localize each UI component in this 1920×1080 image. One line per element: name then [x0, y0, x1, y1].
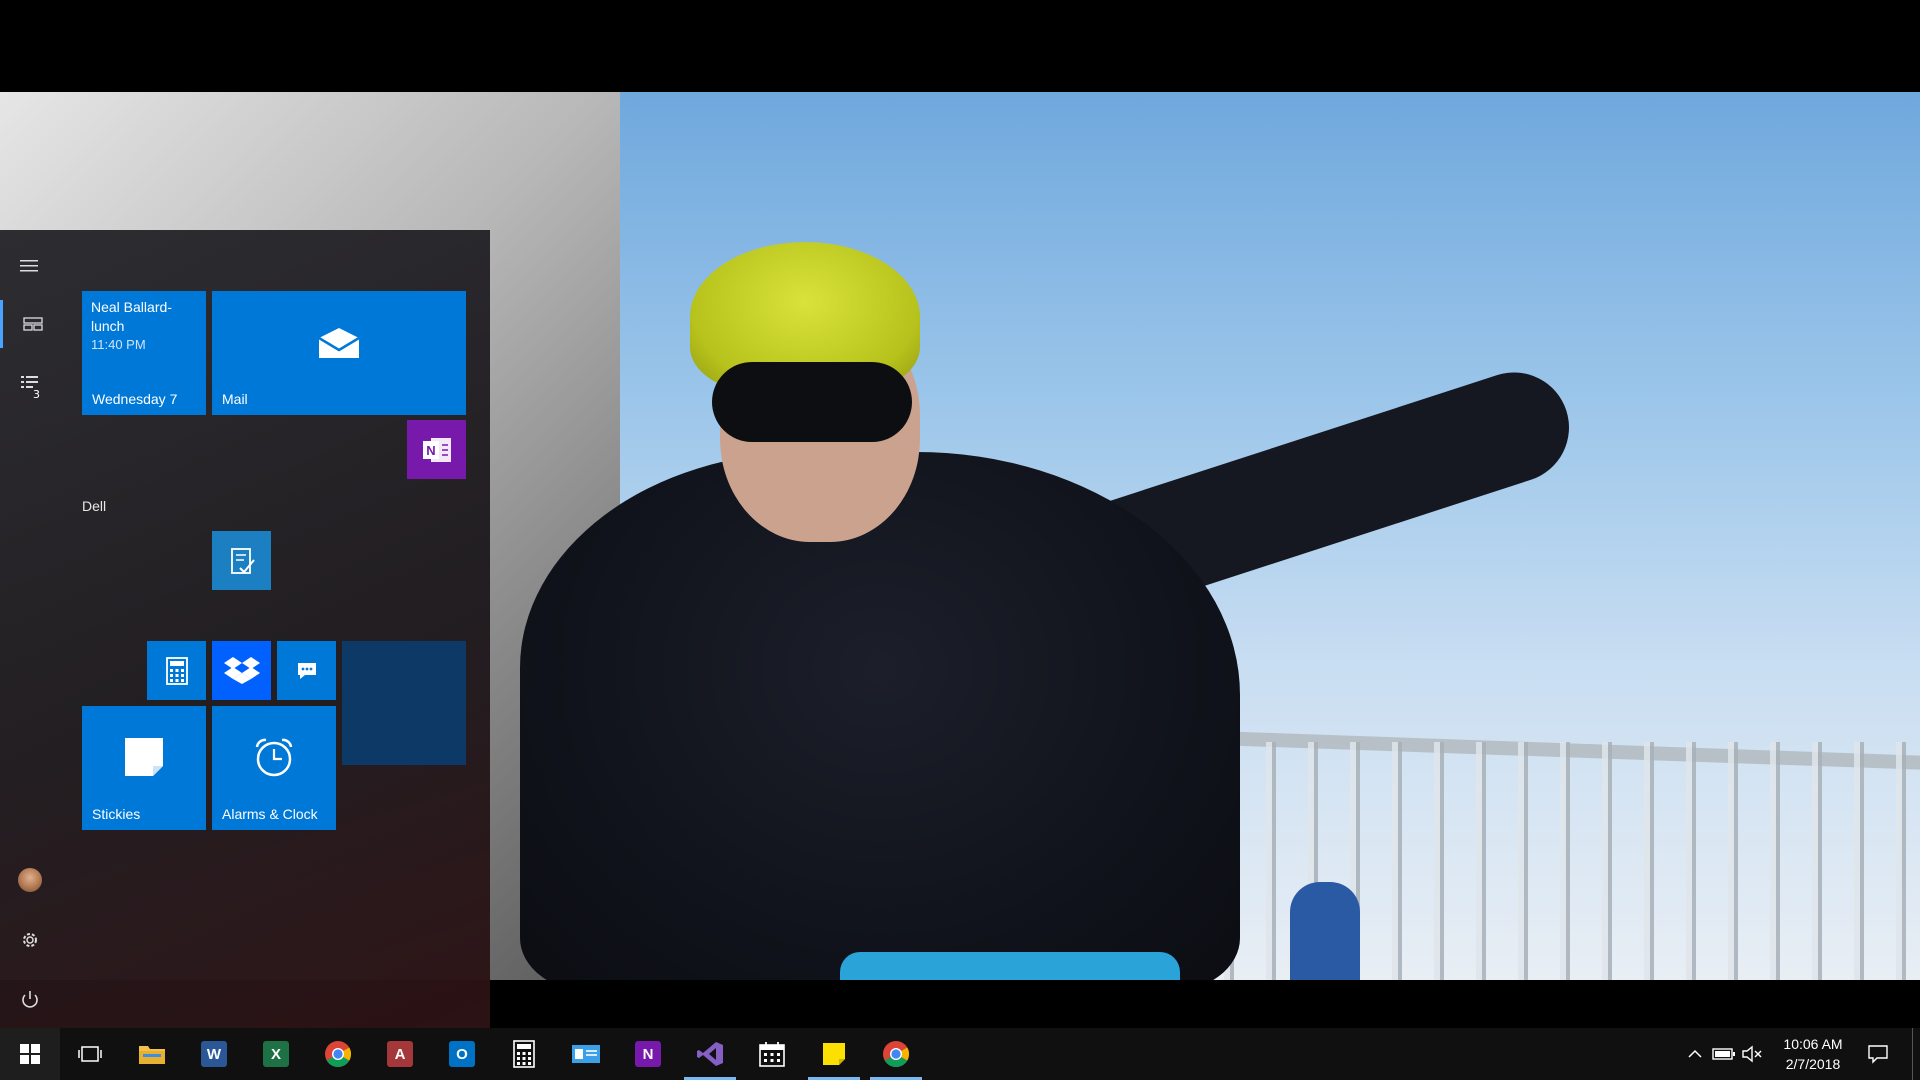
task-view-button[interactable]: [60, 1028, 120, 1080]
blue-sign: [1290, 882, 1360, 980]
windows-logo-icon: [20, 1044, 40, 1064]
action-center-icon[interactable]: [1866, 1042, 1890, 1066]
chrome-icon: [325, 1041, 352, 1068]
group-label-dell: Dell: [82, 498, 107, 514]
skier-pants: [840, 952, 1180, 980]
sticky-notes-taskbar-button[interactable]: [804, 1028, 864, 1080]
show-hidden-icons-chevron-icon[interactable]: [1683, 1042, 1707, 1066]
calendar-event-time: 11:40 PM: [91, 337, 146, 352]
hamburger-menu-icon[interactable]: [0, 242, 60, 290]
calculator-tile[interactable]: [147, 641, 206, 700]
contact-card-taskbar-button[interactable]: [556, 1028, 616, 1080]
calculator-taskbar-button[interactable]: [494, 1028, 554, 1080]
calculator-taskbar-icon: [513, 1040, 535, 1068]
system-clock[interactable]: 10:06 AM 2/7/2018: [1770, 1034, 1856, 1074]
mail-tile[interactable]: Mail: [212, 291, 466, 415]
clock-time: 10:06 AM: [1783, 1036, 1843, 1052]
excel-taskbar-button[interactable]: X: [246, 1028, 306, 1080]
calendar-live-tile[interactable]: Neal Ballard-lunch 11:40 PM Wednesday 7: [82, 291, 206, 415]
settings-gear-icon[interactable]: [0, 916, 60, 964]
stickies-tile[interactable]: Stickies: [82, 706, 206, 830]
outlook-taskbar-button[interactable]: O: [432, 1028, 492, 1080]
checklist-document-icon: [212, 531, 271, 590]
word-icon: W: [201, 1041, 227, 1067]
messaging-tile[interactable]: [277, 641, 336, 700]
onenote-taskbar-icon: N: [635, 1041, 661, 1067]
access-taskbar-button[interactable]: A: [370, 1028, 430, 1080]
calculator-icon: [147, 641, 206, 700]
onenote-taskbar-button[interactable]: N: [618, 1028, 678, 1080]
dell-app-tile[interactable]: [212, 531, 271, 590]
tiles-icon[interactable]: [0, 300, 63, 348]
volume-muted-icon[interactable]: [1740, 1042, 1764, 1066]
skier-goggles: [712, 362, 912, 442]
alarms-clock-tile[interactable]: Alarms & Clock: [212, 706, 336, 830]
chrome-taskbar-button[interactable]: [308, 1028, 368, 1080]
dropbox-tile[interactable]: [212, 641, 271, 700]
alarm-clock-icon: [212, 706, 336, 808]
start-button[interactable]: [0, 1028, 60, 1080]
file-explorer-taskbar-button[interactable]: [122, 1028, 182, 1080]
mail-envelope-icon: [212, 291, 466, 395]
folder-icon: [139, 1046, 165, 1064]
alarms-clock-label: Alarms & Clock: [222, 806, 318, 822]
sticky-note-taskbar-icon: [823, 1043, 845, 1065]
calendar-day-label: Wednesday 7: [92, 391, 178, 407]
taskbar: W X A O N 10:06 AM 2/7/2018: [0, 1028, 1920, 1080]
battery-icon[interactable]: [1712, 1042, 1736, 1066]
rail-badge: 3: [33, 388, 40, 401]
show-desktop-divider[interactable]: [1912, 1028, 1913, 1080]
visual-studio-icon: [697, 1042, 723, 1066]
outlook-icon: O: [449, 1041, 475, 1067]
dropbox-icon: [212, 641, 271, 700]
calendar-taskbar-button[interactable]: [742, 1028, 802, 1080]
visual-studio-taskbar-button[interactable]: [680, 1028, 740, 1080]
excel-icon: X: [263, 1041, 289, 1067]
calendar-icon: [759, 1042, 785, 1067]
clock-date: 2/7/2018: [1785, 1056, 1841, 1072]
chat-bubble-icon: [277, 641, 336, 700]
skier-jacket: [520, 452, 1240, 980]
calendar-event-title: Neal Ballard-lunch: [91, 299, 172, 334]
stickies-label: Stickies: [92, 806, 141, 822]
start-menu: 3 Neal Ballard-lunch 11:40 PM Wednesday …: [0, 230, 490, 1028]
all-apps-list-icon[interactable]: 3: [0, 360, 60, 408]
chrome-2-taskbar-button[interactable]: [866, 1028, 926, 1080]
empty-app-tile[interactable]: [342, 641, 466, 765]
start-menu-rail: 3: [0, 230, 60, 1028]
svg-text:N: N: [426, 443, 435, 458]
onenote-tile[interactable]: N: [407, 420, 466, 479]
contact-card-icon: [572, 1045, 600, 1063]
chrome-2-icon: [883, 1041, 910, 1068]
mail-label: Mail: [222, 391, 248, 407]
word-taskbar-button[interactable]: W: [184, 1028, 244, 1080]
task-view-icon: [78, 1046, 102, 1062]
railing: [1140, 742, 1920, 980]
avatar[interactable]: [0, 856, 60, 904]
onenote-icon: N: [407, 420, 466, 479]
power-icon[interactable]: [0, 976, 60, 1024]
access-icon: A: [387, 1041, 413, 1067]
sticky-note-icon: [82, 706, 206, 808]
